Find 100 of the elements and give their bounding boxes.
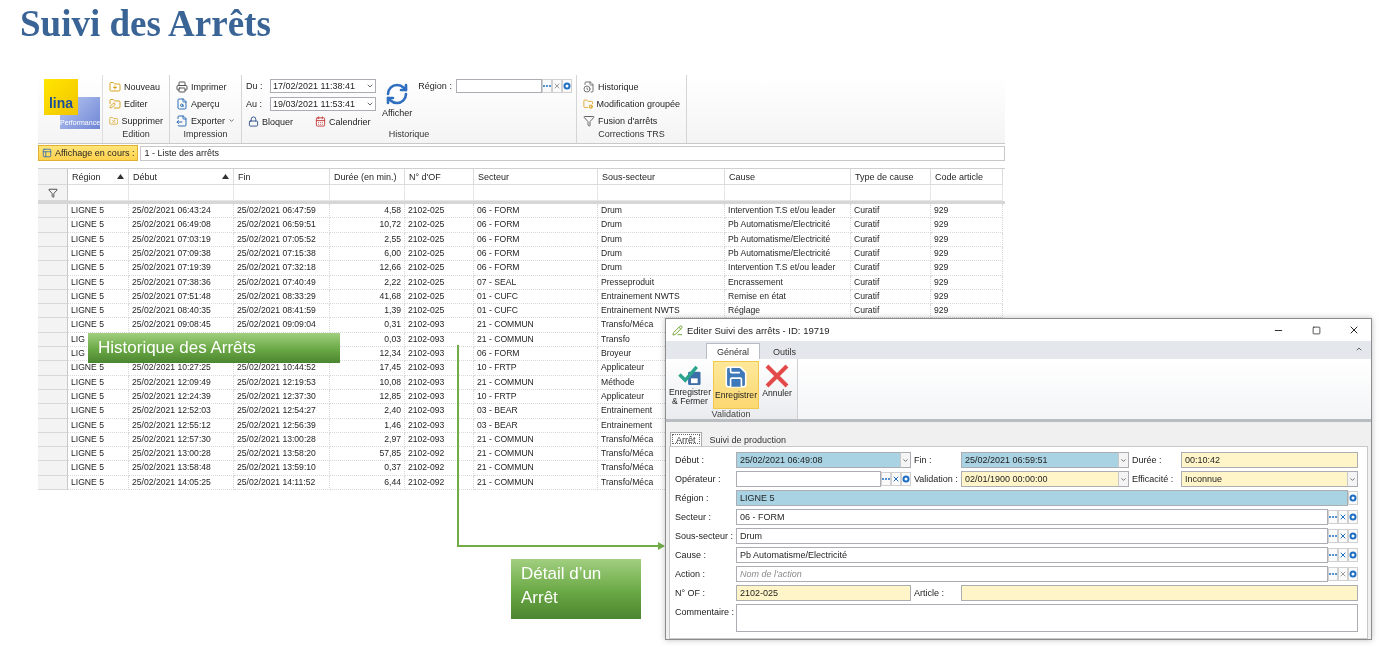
open-button[interactable] xyxy=(1348,529,1358,543)
row-header[interactable] xyxy=(38,204,68,219)
clear-button[interactable] xyxy=(1338,548,1348,562)
row-header[interactable] xyxy=(38,261,68,276)
column-header[interactable]: Type de cause xyxy=(851,169,931,186)
open-button[interactable] xyxy=(561,78,572,93)
column-header[interactable]: Région xyxy=(68,169,129,186)
ribbon-tab[interactable]: Outils xyxy=(762,343,808,359)
ellipsis-button[interactable] xyxy=(881,472,891,486)
column-header[interactable]: Début xyxy=(129,169,234,186)
ribbon-button[interactable]: Modification groupée xyxy=(581,95,682,112)
table-cell: 25/02/2021 08:41:59 xyxy=(234,304,330,319)
folder-pen-icon xyxy=(109,97,121,110)
column-header[interactable]: Fin xyxy=(234,169,330,186)
column-header[interactable]: Cause xyxy=(725,169,851,186)
ellipsis-button[interactable] xyxy=(1328,529,1338,543)
cancel-button[interactable]: Annuler xyxy=(760,361,794,409)
column-header[interactable]: Durée (en min.) xyxy=(330,169,405,186)
row-header[interactable] xyxy=(38,304,68,319)
ribbon-button[interactable]: Imprimer xyxy=(174,78,237,95)
field-label: Efficacité : xyxy=(1132,473,1175,484)
column-header[interactable]: Sous-secteur xyxy=(598,169,725,186)
ribbon-button[interactable]: Nouveau xyxy=(107,78,165,95)
lookup-field[interactable]: Nom de l'action xyxy=(736,566,1328,582)
open-button[interactable] xyxy=(1348,567,1358,581)
table-cell: 01 - CUFC xyxy=(474,304,598,319)
table-cell: 2102-025 xyxy=(405,304,474,319)
ellipsis-button[interactable] xyxy=(541,78,552,93)
row-header[interactable] xyxy=(38,361,68,376)
ellipsis-button[interactable] xyxy=(1328,567,1338,581)
text-field[interactable] xyxy=(961,585,1358,601)
table-cell: 25/02/2021 12:54:27 xyxy=(234,404,330,419)
table-cell: 12,85 xyxy=(330,389,405,405)
current-view-field[interactable]: 1 - Liste des arrêts xyxy=(140,145,1005,161)
text-field[interactable]: 2102-025 xyxy=(736,585,911,601)
table-cell: 25/02/2021 07:32:18 xyxy=(234,261,330,276)
text-field[interactable]: 00:10:42 xyxy=(1181,452,1358,468)
column-header[interactable]: N° d'OF xyxy=(405,169,474,186)
dropdown-button[interactable] xyxy=(1118,452,1129,468)
table-cell: 25/02/2021 13:58:48 xyxy=(129,461,234,476)
group-label: Historique xyxy=(387,129,431,142)
clear-button[interactable] xyxy=(891,472,901,486)
ellipsis-button[interactable] xyxy=(1328,510,1338,524)
ribbon-button[interactable]: Supprimer xyxy=(107,112,165,129)
row-header[interactable] xyxy=(38,404,68,419)
dropdown-field[interactable]: 25/02/2021 06:59:51 xyxy=(961,452,1118,468)
open-button[interactable] xyxy=(1348,510,1358,524)
open-button[interactable] xyxy=(1348,548,1358,562)
dropdown-button[interactable] xyxy=(1118,471,1129,487)
table-cell: 929 xyxy=(931,261,1003,276)
row-header[interactable] xyxy=(38,318,68,333)
ribbon-button[interactable]: Aperçu xyxy=(174,95,237,112)
region-field[interactable] xyxy=(455,78,542,93)
ellipsis-button[interactable] xyxy=(1328,548,1338,562)
calendar-button[interactable]: Calendrier xyxy=(313,113,373,130)
open-button[interactable] xyxy=(1348,491,1358,505)
clear-button[interactable] xyxy=(1338,510,1348,524)
table-cell: 2102-025 xyxy=(405,204,474,219)
ribbon-button[interactable]: Editer xyxy=(107,95,165,112)
lock-button[interactable]: Bloquer xyxy=(246,113,296,130)
refresh-button[interactable]: Afficher xyxy=(380,78,415,122)
field-label: Région : xyxy=(675,492,710,503)
row-header[interactable] xyxy=(38,447,68,462)
clear-button[interactable] xyxy=(1338,529,1348,543)
table-cell: LIGNE 5 xyxy=(68,246,129,262)
table-cell: 25/02/2021 06:59:51 xyxy=(234,218,330,233)
table-cell: 929 xyxy=(931,218,1003,233)
table-cell: Drum xyxy=(598,261,725,276)
row-header[interactable] xyxy=(38,461,68,476)
lookup-field[interactable]: 06 - FORM xyxy=(736,509,1328,525)
circle-icon xyxy=(1349,494,1357,502)
collapse-icon[interactable] xyxy=(1355,345,1363,353)
tab[interactable]: Arrêt xyxy=(670,432,702,446)
row-header[interactable] xyxy=(38,218,68,233)
open-button[interactable] xyxy=(901,472,911,486)
ribbon-button[interactable]: Fusion d'arrêts xyxy=(581,112,682,129)
ribbon-button[interactable]: Exporter xyxy=(174,112,237,129)
table-cell: LIGNE 5 xyxy=(68,318,129,333)
column-header[interactable]: Secteur xyxy=(474,169,598,186)
lookup-field[interactable] xyxy=(736,471,881,487)
column-header[interactable]: Code article xyxy=(931,169,1003,186)
lookup-field[interactable]: LIGNE 5 xyxy=(736,490,1348,506)
clear-button[interactable] xyxy=(551,78,562,93)
dropdown-field[interactable]: Inconnue xyxy=(1181,471,1347,487)
row-header[interactable] xyxy=(38,347,68,362)
table-cell: 25/02/2021 06:47:59 xyxy=(234,204,330,219)
save-button[interactable]: Enregistrer xyxy=(713,361,759,409)
lookup-field[interactable]: Pb Automatisme/Electricité xyxy=(736,547,1328,563)
ribbon-tab[interactable]: Général xyxy=(706,343,761,359)
filter-icon[interactable] xyxy=(47,187,58,198)
folder-plus-icon xyxy=(109,80,121,93)
table-cell: 25/02/2021 07:40:49 xyxy=(234,275,330,290)
table-cell: Drum xyxy=(598,204,725,219)
lookup-field[interactable]: Drum xyxy=(736,528,1328,544)
ribbon-button[interactable]: Historique xyxy=(581,78,682,95)
dropdown-field[interactable]: 25/02/2021 06:49:08 xyxy=(736,452,900,468)
comment-field[interactable] xyxy=(736,604,1358,632)
dropdown-field[interactable]: 02/01/1900 00:00:00 xyxy=(961,471,1118,487)
table-cell: 2102-025 xyxy=(405,261,474,276)
table-cell: 03 - BEAR xyxy=(474,404,598,419)
